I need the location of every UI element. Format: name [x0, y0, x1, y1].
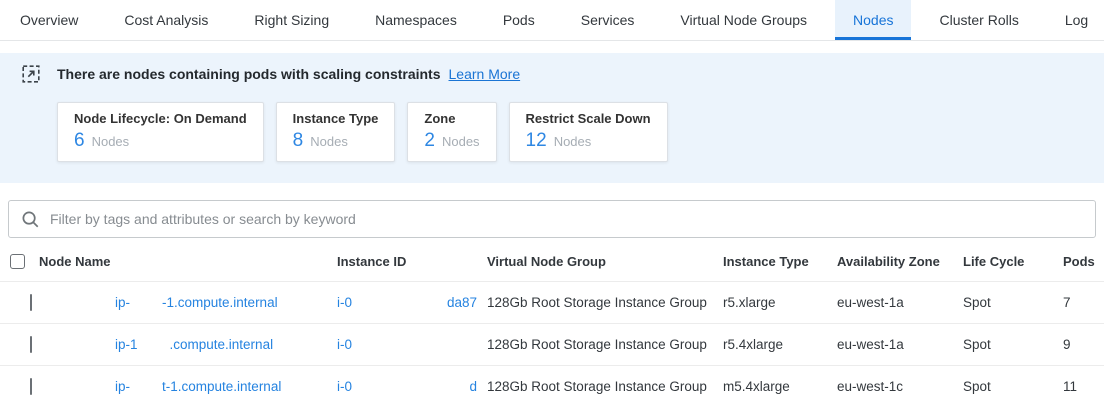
nodes-table: Node Name Instance ID Virtual Node Group…: [0, 241, 1104, 404]
tab-cluster-rolls[interactable]: Cluster Rolls: [939, 0, 1018, 40]
instance-id-link[interactable]: i-0: [337, 337, 487, 352]
card-unit: Nodes: [442, 134, 480, 149]
instance-type-value: r5.xlarge: [723, 295, 837, 310]
card-count: 12: [526, 131, 547, 151]
col-instance-type: Instance Type: [723, 254, 837, 269]
col-instance-id: Instance ID: [337, 254, 487, 269]
availability-zone-value: eu-west-1a: [837, 295, 963, 310]
tab-cost-analysis[interactable]: Cost Analysis: [124, 0, 208, 40]
card-count: 6: [74, 131, 85, 151]
card-title: Restrict Scale Down: [526, 112, 651, 126]
table-row: ip-t-1.compute.internal i-0 d 128Gb Root…: [0, 365, 1104, 404]
tab-virtual-node-groups[interactable]: Virtual Node Groups: [680, 0, 807, 40]
instance-type-value: r5.4xlarge: [723, 337, 837, 352]
tab-pods[interactable]: Pods: [503, 0, 535, 40]
pods-value: 11: [1063, 379, 1104, 394]
card-instance-type[interactable]: Instance Type 8 Nodes: [276, 102, 396, 162]
tab-nodes[interactable]: Nodes: [835, 0, 911, 40]
virtual-node-group-value: 128Gb Root Storage Instance Group: [487, 295, 723, 310]
instance-id-link[interactable]: i-0 d: [337, 379, 487, 394]
pods-value: 7: [1063, 295, 1104, 310]
card-count: 8: [293, 131, 304, 151]
instance-type-value: m5.4xlarge: [723, 379, 837, 394]
card-restrict-scale-down[interactable]: Restrict Scale Down 12 Nodes: [509, 102, 668, 162]
life-cycle-value: Spot: [963, 295, 1063, 310]
card-title: Zone: [424, 112, 479, 126]
tab-log[interactable]: Log: [1065, 0, 1088, 40]
row-checkbox[interactable]: [30, 294, 32, 311]
tab-services[interactable]: Services: [581, 0, 635, 40]
table-row: ip--1.compute.internal i-0 da87 128Gb Ro…: [0, 281, 1104, 323]
card-count: 2: [424, 131, 435, 151]
select-all-checkbox[interactable]: [10, 254, 25, 269]
col-pods: Pods: [1063, 254, 1104, 269]
scale-out-icon: [22, 65, 40, 83]
banner-message: There are nodes containing pods with sca…: [57, 66, 441, 82]
search-input[interactable]: [50, 211, 1083, 227]
node-name-link[interactable]: ip-1.compute.internal: [115, 337, 337, 352]
node-name-link[interactable]: ip-t-1.compute.internal: [115, 379, 337, 394]
availability-zone-value: eu-west-1c: [837, 379, 963, 394]
instance-id-link[interactable]: i-0 da87: [337, 295, 487, 310]
tab-right-sizing[interactable]: Right Sizing: [254, 0, 329, 40]
constraint-cards: Node Lifecycle: On Demand 6 Nodes Instan…: [57, 102, 1104, 162]
row-checkbox[interactable]: [30, 336, 32, 353]
node-name-link[interactable]: ip--1.compute.internal: [115, 295, 337, 310]
tab-bar: Overview Cost Analysis Right Sizing Name…: [0, 0, 1104, 41]
scaling-constraints-banner: There are nodes containing pods with sca…: [0, 53, 1104, 183]
filter-search-box: [8, 200, 1096, 238]
virtual-node-group-value: 128Gb Root Storage Instance Group: [487, 379, 723, 394]
card-unit: Nodes: [92, 134, 130, 149]
col-availability-zone: Availability Zone: [837, 254, 963, 269]
col-life-cycle: Life Cycle: [963, 254, 1063, 269]
table-header: Node Name Instance ID Virtual Node Group…: [0, 241, 1104, 281]
row-checkbox[interactable]: [30, 378, 32, 395]
pods-value: 9: [1063, 337, 1104, 352]
card-unit: Nodes: [554, 134, 592, 149]
table-row: ip-1.compute.internal i-0 128Gb Root Sto…: [0, 323, 1104, 365]
virtual-node-group-value: 128Gb Root Storage Instance Group: [487, 337, 723, 352]
col-node-name: Node Name: [39, 254, 111, 269]
card-node-lifecycle[interactable]: Node Lifecycle: On Demand 6 Nodes: [57, 102, 264, 162]
learn-more-link[interactable]: Learn More: [449, 66, 521, 82]
tab-namespaces[interactable]: Namespaces: [375, 0, 457, 40]
card-zone[interactable]: Zone 2 Nodes: [407, 102, 496, 162]
tab-overview[interactable]: Overview: [20, 0, 78, 40]
search-icon: [21, 210, 40, 229]
card-title: Node Lifecycle: On Demand: [74, 112, 247, 126]
col-virtual-node-group: Virtual Node Group: [487, 254, 723, 269]
card-unit: Nodes: [310, 134, 348, 149]
card-title: Instance Type: [293, 112, 379, 126]
availability-zone-value: eu-west-1a: [837, 337, 963, 352]
life-cycle-value: Spot: [963, 379, 1063, 394]
life-cycle-value: Spot: [963, 337, 1063, 352]
